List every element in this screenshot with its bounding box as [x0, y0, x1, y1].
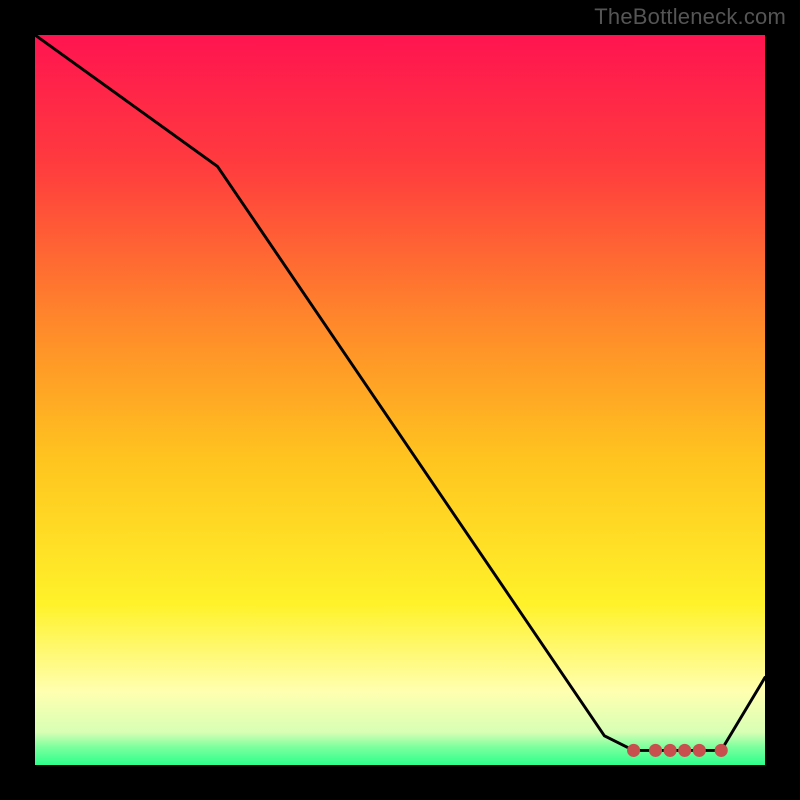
data-marker [627, 744, 640, 757]
plot-area [35, 35, 765, 765]
data-marker [678, 744, 691, 757]
chart-frame: TheBottleneck.com [0, 0, 800, 800]
data-marker [715, 744, 728, 757]
data-marker [693, 744, 706, 757]
marker-layer [35, 35, 765, 765]
data-marker [664, 744, 677, 757]
data-marker [649, 744, 662, 757]
watermark-text: TheBottleneck.com [594, 4, 786, 30]
